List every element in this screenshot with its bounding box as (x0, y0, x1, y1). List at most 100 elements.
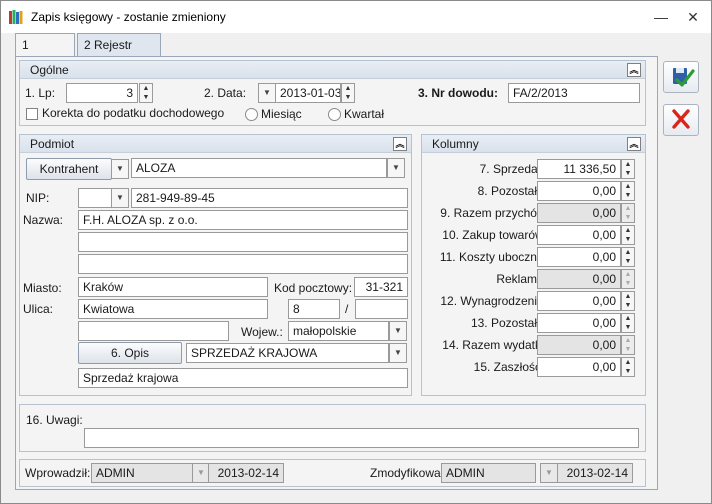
kolumny-row-value: 0,00 (537, 269, 621, 289)
kontrahent-button[interactable]: Kontrahent (26, 158, 112, 180)
nr-domu-input[interactable]: 8 (288, 299, 340, 319)
ulica-label: Ulica: (23, 302, 54, 316)
data-label: 2. Data: (204, 86, 247, 100)
kolumny-row-value[interactable]: 0,00 (537, 291, 621, 311)
kwartal-radio[interactable] (328, 108, 341, 121)
kolumny-row-value[interactable]: 0,00 (537, 313, 621, 333)
uwagi-label: 16. Uwagi: (26, 413, 83, 427)
zmodyfikowal-dropdown-button[interactable]: ▼ (540, 463, 558, 483)
nr-lokalu-input[interactable] (355, 299, 408, 319)
miesiac-label: Miesiąc (261, 107, 302, 121)
kolumny-row-spinner[interactable]: ▲ ▼ (621, 247, 635, 267)
group-kolumny-title: Kolumny (432, 137, 479, 151)
cancel-x-icon (672, 109, 690, 129)
uwagi-input[interactable] (84, 428, 639, 448)
minimize-button[interactable]: — (649, 7, 673, 27)
kolumny-row-label: 15. Zaszłości: (473, 360, 547, 374)
save-button[interactable] (663, 61, 699, 93)
wojewodztwo-input[interactable]: małopolskie (288, 321, 389, 341)
date-spinner[interactable]: ▲ ▼ (341, 83, 355, 103)
group-ogolne: Ogólne ︽ 1. Lp: 3 ▲ ▼ 2. Data: ▼ 2013-01-… (19, 60, 646, 126)
kolumny-row-label: 12. Wynagrodzenia: (440, 294, 547, 308)
books-app-icon (9, 10, 23, 24)
kolumny-row-spinner: ▲ ▼ (621, 269, 635, 289)
group-ogolne-header: Ogólne ︽ (20, 61, 645, 79)
kod-pocztowy-label: Kod pocztowy: (274, 281, 353, 295)
zmodyfikowal-date-field: 2013-02-14 (557, 463, 633, 483)
kolumny-row-value[interactable]: 0,00 (537, 247, 621, 267)
title-bar: Zapis księgowy - zostanie zmieniony — ✕ (1, 1, 711, 33)
kwartal-label: Kwartał (344, 107, 385, 121)
collapse-podmiot-icon[interactable]: ︽ (393, 137, 407, 151)
wojewodztwo-dropdown-button[interactable]: ▼ (389, 321, 407, 341)
nazwa-line3-input[interactable] (78, 254, 408, 274)
close-window-button[interactable]: ✕ (681, 7, 705, 27)
kolumny-row-spinner[interactable]: ▲ ▼ (621, 313, 635, 333)
kod-pocztowy-input[interactable]: 31-321 (354, 277, 408, 297)
kontrahent-input[interactable]: ALOZA (131, 158, 387, 178)
group-podmiot: Podmiot ︽ Kontrahent ▼ ALOZA ▼ NIP: ▼ 28… (19, 134, 412, 396)
kolumny-row-value[interactable]: 0,00 (537, 357, 621, 377)
group-footer: Wprowadził: ADMIN ▼ 2013-02-14 Zmodyfiko… (19, 459, 646, 487)
group-podmiot-title: Podmiot (30, 137, 75, 151)
nip-input[interactable]: 281-949-89-45 (131, 188, 408, 208)
opis-button[interactable]: 6. Opis (78, 342, 182, 364)
wprowadzil-label: Wprowadził: (25, 466, 91, 480)
nr-separator: / (345, 302, 349, 316)
nazwa-line1-input[interactable]: F.H. ALOZA sp. z o.o. (78, 210, 408, 230)
tab-ogolne[interactable]: 1 Ogólne (15, 33, 75, 74)
korekta-checkbox[interactable] (26, 108, 38, 120)
nazwa-line2-input[interactable] (78, 232, 408, 252)
kolumny-row-label: 14. Razem wydatki: (442, 338, 547, 352)
kolumny-row-spinner[interactable]: ▲ ▼ (621, 291, 635, 311)
kolumny-row-value[interactable]: 0,00 (537, 181, 621, 201)
miasto-label: Miasto: (23, 281, 62, 295)
kolumny-row-spinner: ▲ ▼ (621, 203, 635, 223)
miesiac-radio[interactable] (245, 108, 258, 121)
kolumny-row-value[interactable]: 11 336,50 (537, 159, 621, 179)
zmodyfikowal-user-field: ADMIN (441, 463, 536, 483)
nip-prefix-input[interactable] (78, 188, 112, 208)
nr-dowodu-input[interactable]: FA/2/2013 (508, 83, 640, 103)
save-check-icon (673, 68, 695, 87)
kolumny-row-value: 0,00 (537, 335, 621, 355)
miasto-input[interactable]: Kraków (78, 277, 268, 297)
cancel-button[interactable] (663, 104, 699, 136)
dialog-window: Zapis księgowy - zostanie zmieniony — ✕ … (0, 0, 712, 504)
opis-text-input[interactable]: Sprzedaż krajowa (78, 368, 408, 388)
kolumny-row-spinner[interactable]: ▲ ▼ (621, 159, 635, 179)
kolumny-row-spinner[interactable]: ▲ ▼ (621, 181, 635, 201)
kontrahent-menu-button[interactable]: ▼ (111, 159, 129, 179)
group-ogolne-title: Ogólne (30, 63, 69, 77)
kolumny-row-value: 0,00 (537, 203, 621, 223)
kolumny-row-value[interactable]: 0,00 (537, 225, 621, 245)
nazwa-label: Nazwa: (23, 213, 64, 227)
group-kolumny-header: Kolumny ︽ (422, 135, 645, 153)
collapse-ogolne-icon[interactable]: ︽ (627, 63, 641, 77)
kolumny-row-label: 11. Koszty uboczne: (439, 250, 547, 264)
lp-label: 1. Lp: (25, 86, 56, 100)
collapse-kolumny-icon[interactable]: ︽ (627, 137, 641, 151)
korekta-label: Korekta do podatku dochodowego (42, 106, 225, 120)
kolumny-row-spinner[interactable]: ▲ ▼ (621, 357, 635, 377)
window-title: Zapis księgowy - zostanie zmieniony (31, 10, 226, 24)
date-dropdown-button[interactable]: ▼ (258, 83, 276, 103)
ulica-input[interactable]: Kwiatowa (78, 299, 268, 319)
nip-label: NIP: (26, 191, 50, 205)
tab-rejestr-vat[interactable]: 2 Rejestr VAT (77, 33, 161, 74)
opis-dropdown-button[interactable]: ▼ (389, 343, 407, 363)
wprowadzil-date-field: 2013-02-14 (208, 463, 284, 483)
lp-spinner[interactable]: ▲ ▼ (139, 83, 153, 103)
address-extra-input[interactable] (78, 321, 229, 341)
zmodyfikowal-label: Zmodyfikował: (370, 466, 447, 480)
lp-input[interactable]: 3 (66, 83, 138, 103)
kolumny-row-spinner: ▲ ▼ (621, 335, 635, 355)
opis-select[interactable]: SPRZEDAŻ KRAJOWA (186, 343, 389, 363)
kolumny-row-spinner[interactable]: ▲ ▼ (621, 225, 635, 245)
date-input[interactable]: 2013-01-03 (275, 83, 341, 103)
kolumny-row-label: 10. Zakup towarów: (442, 228, 547, 242)
kontrahent-dropdown-button[interactable]: ▼ (387, 158, 405, 178)
group-podmiot-header: Podmiot ︽ (20, 135, 411, 153)
wojewodztwo-label: Wojew.: (241, 325, 283, 339)
nip-prefix-dropdown[interactable]: ▼ (111, 188, 129, 208)
